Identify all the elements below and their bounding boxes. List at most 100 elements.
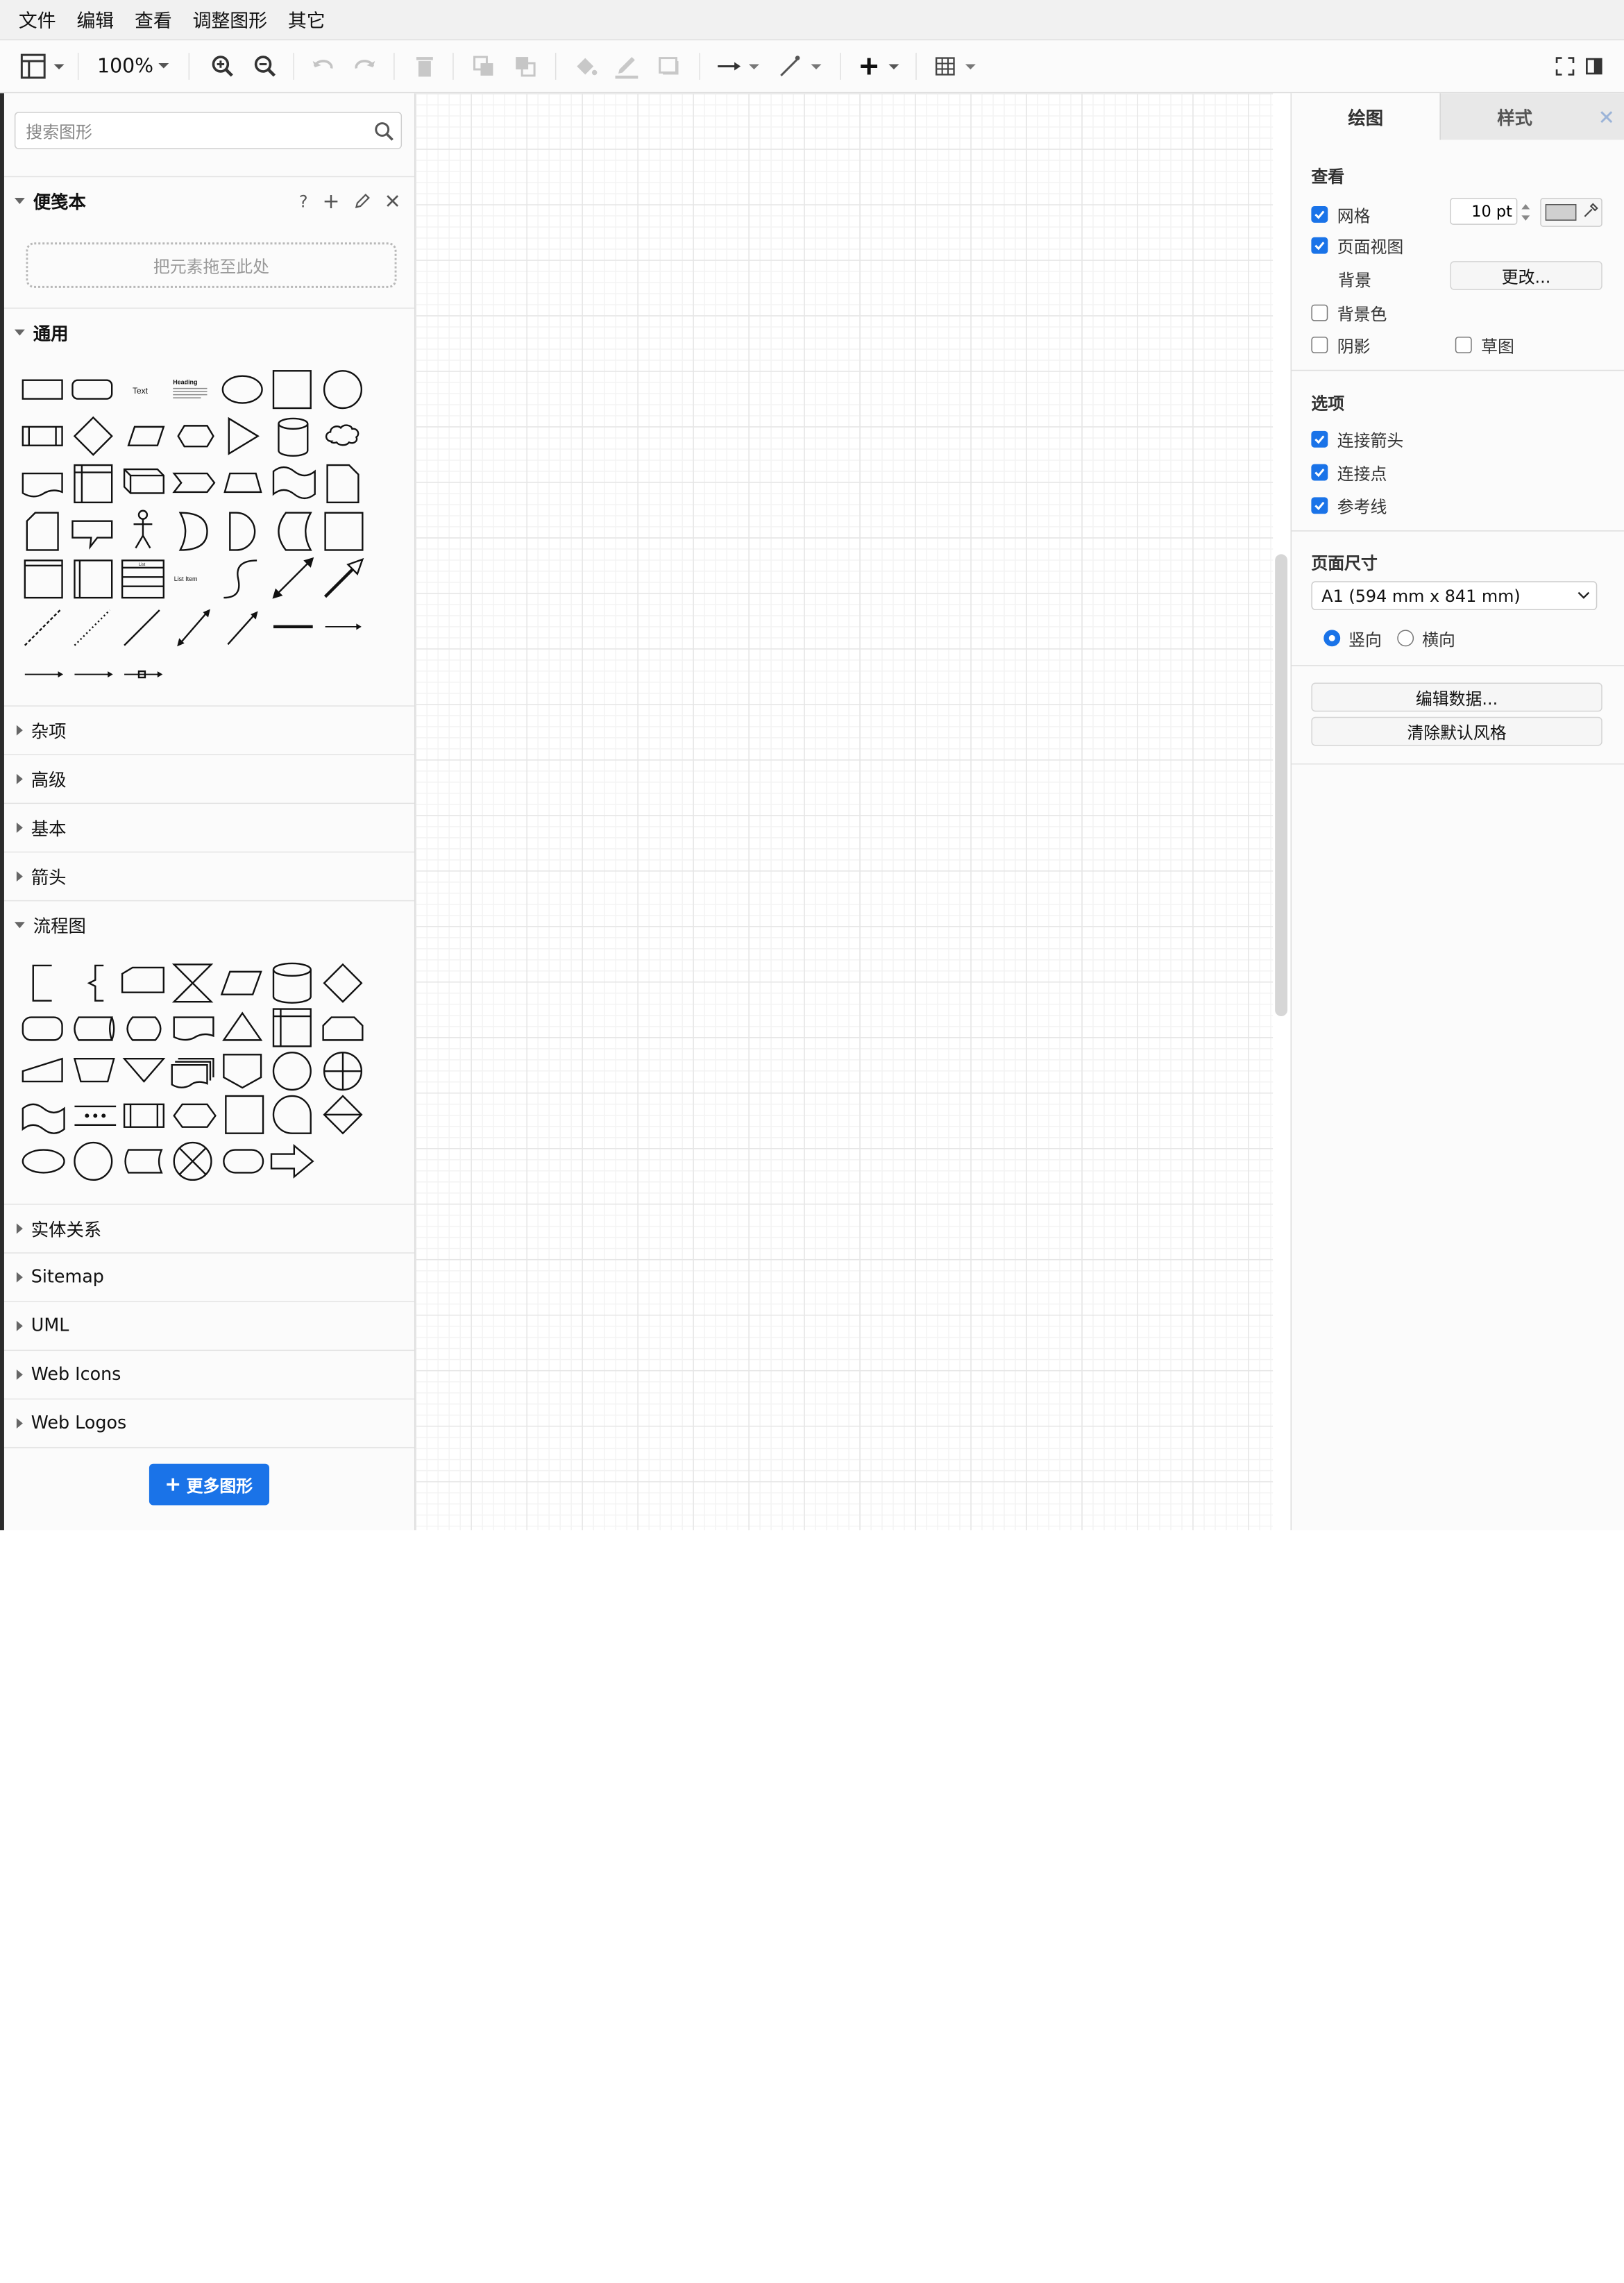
shape-extract[interactable]: [222, 1011, 263, 1041]
grid-color-button[interactable]: [1540, 198, 1602, 227]
shape-terminator[interactable]: [22, 1016, 63, 1041]
shape-summing-junction[interactable]: [173, 1141, 212, 1181]
redo-button[interactable]: [349, 40, 380, 92]
shape-data-storage[interactable]: [278, 512, 312, 551]
shape-tape[interactable]: [272, 466, 316, 500]
shape-process[interactable]: [225, 1095, 264, 1134]
shape-transfer-arrow[interactable]: [270, 1144, 314, 1179]
portrait-radio[interactable]: 竖向: [1323, 625, 1382, 650]
shape-card[interactable]: [26, 512, 59, 551]
landscape-radio[interactable]: 横向: [1397, 625, 1455, 650]
shape-actor[interactable]: [133, 509, 153, 549]
edit-data-button[interactable]: 编辑数据...: [1311, 682, 1602, 712]
tab-style[interactable]: 样式: [1439, 93, 1589, 140]
shape-circle[interactable]: [323, 370, 363, 410]
shape-start-circle[interactable]: [74, 1141, 113, 1181]
close-panel-button[interactable]: [1587, 93, 1624, 140]
section-arrows[interactable]: 箭头: [3, 851, 414, 900]
section-general[interactable]: 通用: [3, 308, 414, 355]
table-dropdown[interactable]: [929, 40, 981, 92]
search-input[interactable]: [24, 112, 370, 151]
shape-rounded-rectangle[interactable]: [71, 379, 113, 400]
shape-connector-two-labels[interactable]: [24, 671, 64, 678]
menu-view[interactable]: 查看: [135, 6, 172, 33]
shape-list-item[interactable]: List Item: [174, 575, 198, 582]
waypoints-dropdown[interactable]: [775, 40, 827, 92]
section-advanced[interactable]: 高级: [3, 754, 414, 802]
shape-and[interactable]: [229, 512, 256, 551]
section-web-icons[interactable]: Web Icons: [3, 1349, 414, 1398]
shape-vertical-pool[interactable]: [74, 559, 113, 599]
zoom-dropdown[interactable]: 100%: [93, 40, 176, 92]
shape-parallel-mode[interactable]: [74, 1105, 117, 1126]
connection-points-checkbox[interactable]: 连接点: [1311, 460, 1387, 485]
menu-arrange[interactable]: 调整图形: [193, 6, 267, 33]
page-view-checkbox[interactable]: 页面视图: [1311, 233, 1403, 258]
section-web-logos[interactable]: Web Logos: [3, 1398, 414, 1447]
shape-dotted-line[interactable]: [74, 609, 111, 646]
shape-sequential-data[interactable]: [272, 1095, 312, 1134]
grid-size-input[interactable]: 10 pt: [1450, 198, 1518, 225]
to-back-button[interactable]: [509, 40, 541, 92]
shape-merge[interactable]: [122, 1058, 166, 1083]
menu-edit[interactable]: 编辑: [76, 6, 114, 33]
line-color-button[interactable]: [611, 40, 643, 92]
shape-manual-input[interactable]: [121, 966, 164, 993]
shape-process[interactable]: [22, 426, 63, 446]
change-background-button[interactable]: 更改...: [1450, 261, 1602, 290]
shape-manual-operation[interactable]: [22, 1057, 63, 1083]
shape-database[interactable]: [272, 962, 312, 1004]
shape-square[interactable]: [272, 370, 312, 410]
shape-directional-connector[interactable]: [227, 611, 258, 646]
menu-extras[interactable]: 其它: [288, 6, 325, 33]
shape-textbox[interactable]: Heading: [173, 379, 208, 398]
shape-annotation[interactable]: [32, 964, 52, 1002]
shape-document[interactable]: [173, 1016, 214, 1041]
shape-internal-storage[interactable]: [74, 464, 113, 504]
grid-checkbox[interactable]: 网格: [1311, 202, 1370, 227]
shape-arrow[interactable]: [323, 557, 364, 598]
shape-callout[interactable]: [71, 520, 113, 550]
section-flowchart[interactable]: 流程图: [3, 900, 414, 948]
search-icon[interactable]: [374, 121, 395, 142]
shape-direct-data[interactable]: [124, 1149, 163, 1174]
shape-sort[interactable]: [323, 1095, 363, 1135]
page-size-select[interactable]: A1 (594 mm x 841 mm): [1311, 581, 1598, 611]
shape-bidirectional-connector[interactable]: [177, 609, 210, 647]
fill-color-button[interactable]: [570, 40, 601, 92]
shape-paper-tape[interactable]: [22, 1103, 65, 1134]
shape-step[interactable]: [172, 472, 216, 494]
shape-cube[interactable]: [123, 468, 164, 494]
shape-off-page-connector[interactable]: [223, 1054, 262, 1089]
shape-decision[interactable]: [323, 963, 363, 1003]
shape-stored-data[interactable]: [74, 1016, 115, 1041]
section-misc[interactable]: 杂项: [3, 705, 414, 753]
shape-text[interactable]: Text: [133, 386, 149, 396]
fullscreen-button[interactable]: [1550, 40, 1580, 92]
shape-internal-storage[interactable]: [272, 1008, 312, 1047]
tab-diagram[interactable]: 绘图: [1292, 93, 1440, 140]
sketch-checkbox[interactable]: 草图: [1455, 332, 1514, 357]
shape-on-page-connector[interactable]: [272, 1052, 312, 1091]
guides-checkbox[interactable]: 参考线: [1311, 493, 1387, 518]
shape-start-ellipse[interactable]: [22, 1149, 65, 1174]
shape-annotation-brace[interactable]: [87, 964, 104, 1002]
shape-multi-document[interactable]: [171, 1058, 214, 1088]
section-entity-relation[interactable]: 实体关系: [3, 1204, 414, 1252]
diagram-canvas[interactable]: [415, 93, 1274, 1531]
zoom-out-button[interactable]: [250, 40, 281, 92]
shape-or[interactable]: [323, 1052, 363, 1091]
shape-bidirectional-arrow[interactable]: [275, 559, 312, 596]
edit-pencil-icon[interactable]: [354, 193, 371, 210]
shape-connector-three-labels[interactable]: [74, 671, 113, 678]
shape-diamond[interactable]: [73, 416, 113, 456]
shape-or[interactable]: [178, 512, 208, 551]
shape-line[interactable]: [124, 609, 160, 646]
shape-trapezoid[interactable]: [73, 1058, 115, 1083]
shape-cloud[interactable]: [325, 424, 360, 446]
insert-dropdown[interactable]: [852, 40, 906, 92]
shape-preparation[interactable]: [173, 1103, 217, 1128]
clear-default-style-button[interactable]: 清除默认风格: [1311, 716, 1602, 746]
shape-cylinder[interactable]: [278, 417, 309, 457]
scratchpad-dropzone[interactable]: 把元素拖至此处: [26, 242, 397, 288]
